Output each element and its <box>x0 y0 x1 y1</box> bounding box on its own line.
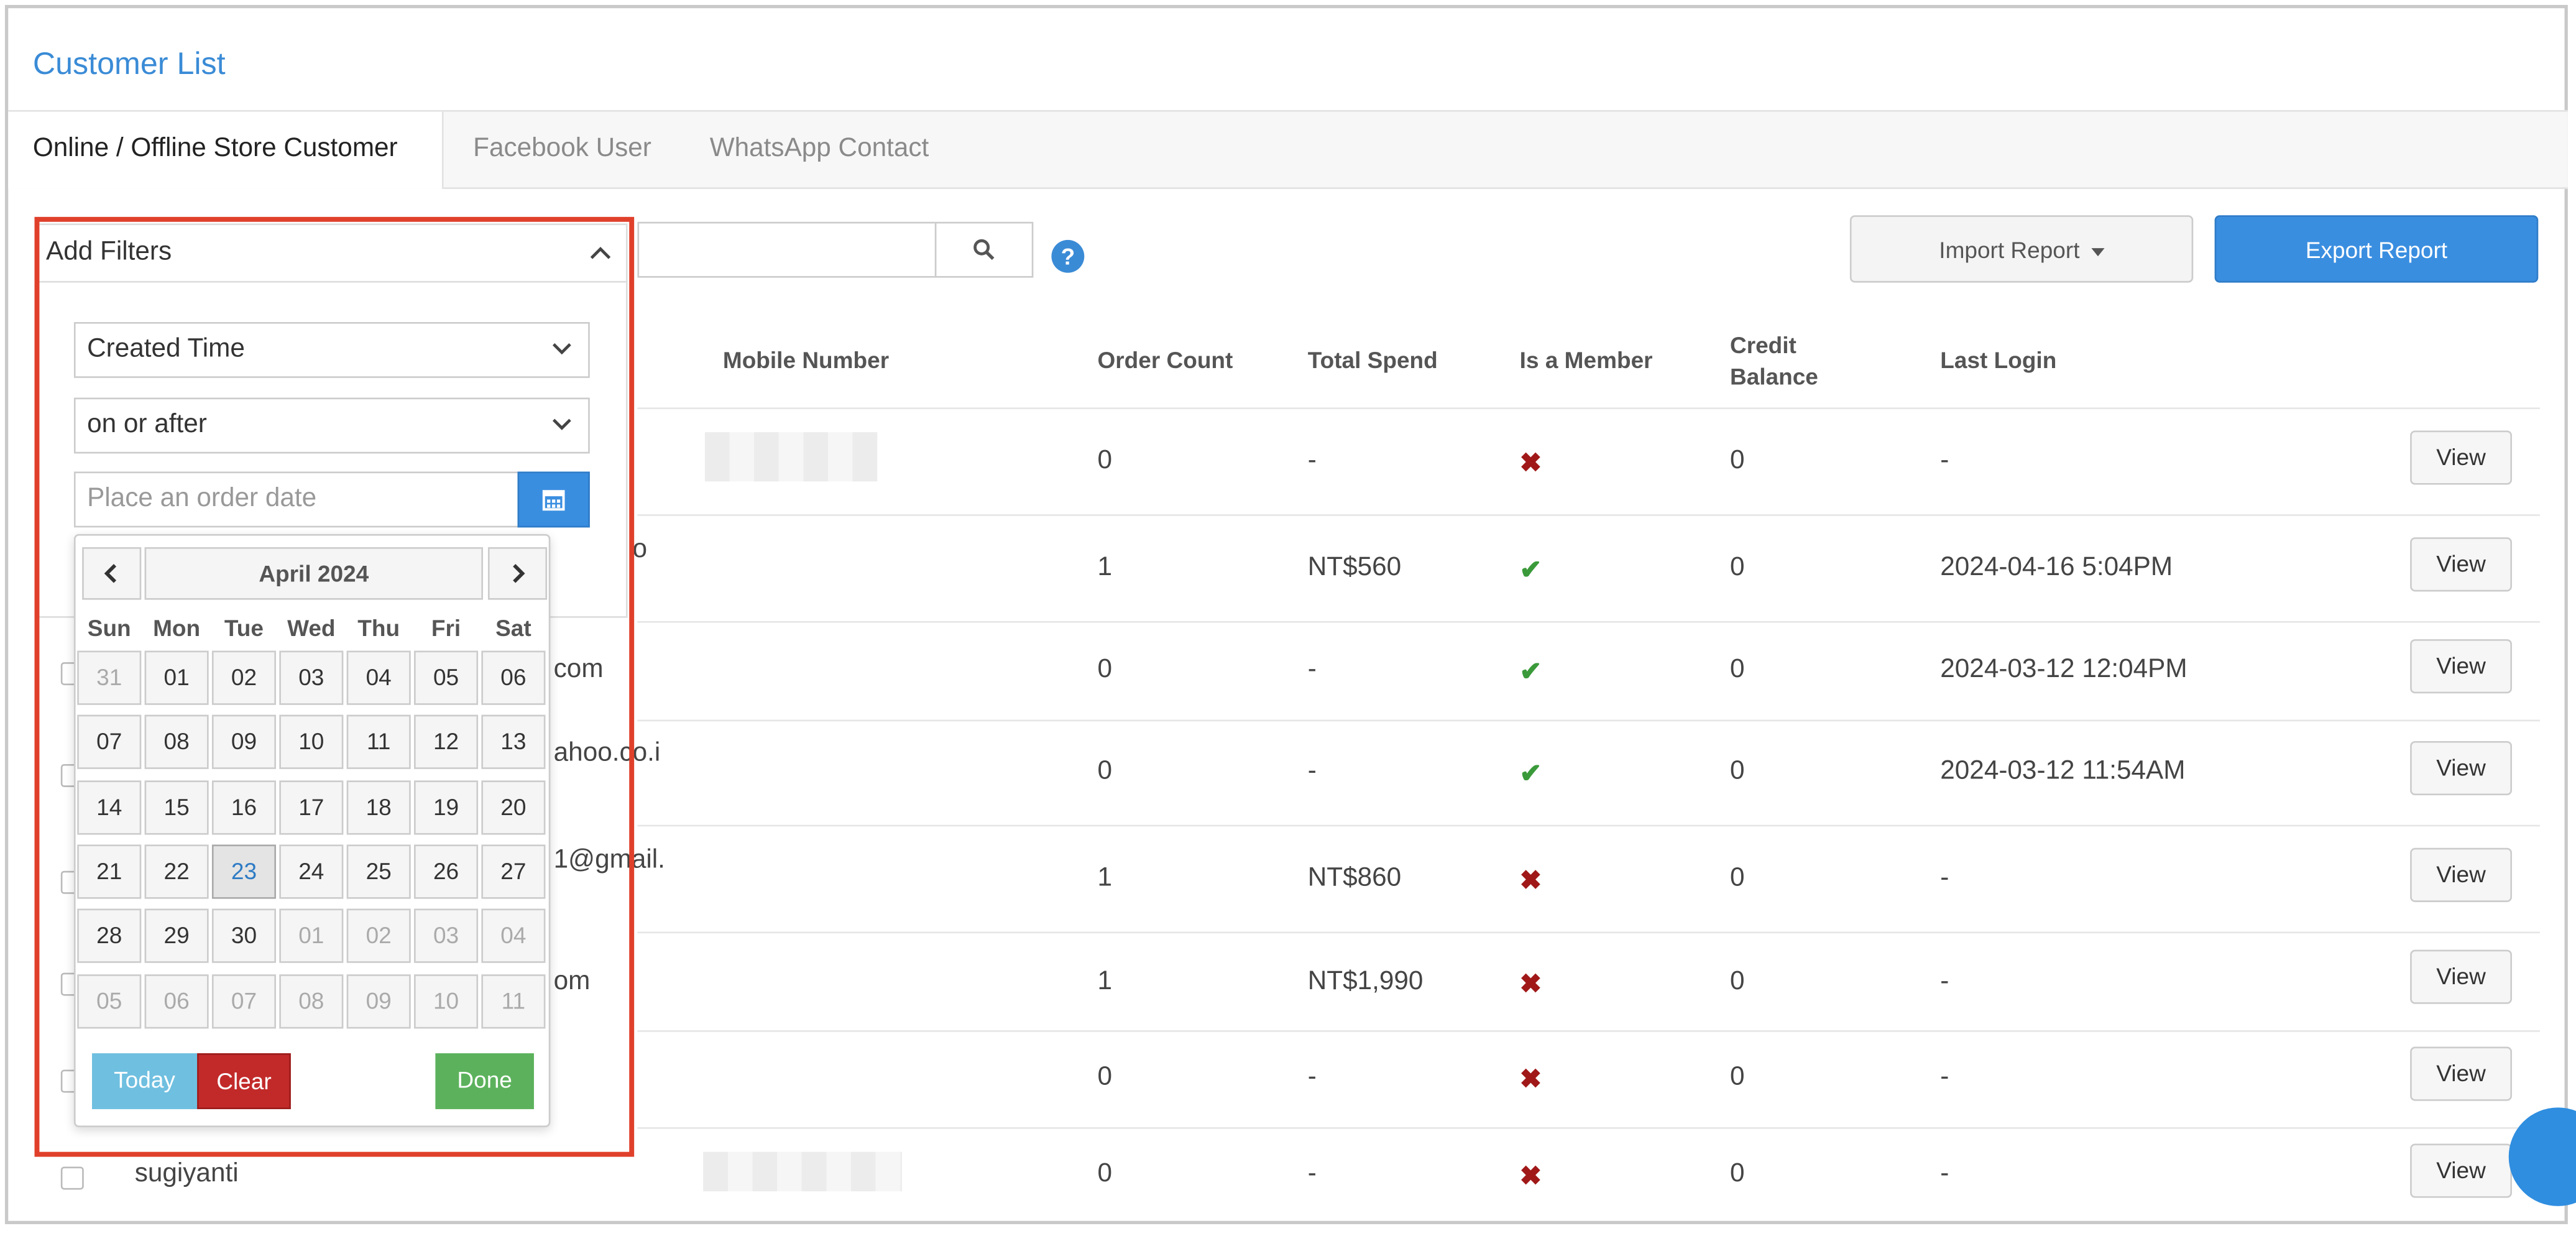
import-report-label: Import Report <box>1939 236 2080 263</box>
order-count: 1 <box>1097 967 1112 996</box>
view-button[interactable]: View <box>2410 847 2512 902</box>
search-input[interactable] <box>637 221 937 278</box>
last-login: 2024-04-16 5:04PM <box>1940 553 2173 582</box>
last-login: 2024-03-12 12:04PM <box>1940 655 2187 684</box>
view-button[interactable]: View <box>2410 639 2512 694</box>
order-count: 0 <box>1097 655 1112 684</box>
row-divider <box>637 931 2540 934</box>
tab-bar: Online / Offline Store Customer Facebook… <box>8 110 2568 189</box>
redacted-mobile <box>703 1151 902 1192</box>
col-total-spend: Total Spend <box>1307 346 1438 373</box>
order-count: 0 <box>1097 1063 1112 1091</box>
view-button[interactable]: View <box>2410 1046 2512 1101</box>
last-login: - <box>1940 1160 1949 1188</box>
last-login: - <box>1940 446 1949 475</box>
credit-balance: 0 <box>1729 864 1745 893</box>
row-divider <box>637 824 2540 827</box>
row-divider <box>637 407 2540 410</box>
order-count: 0 <box>1097 757 1112 786</box>
member-check-icon: ✔ <box>1519 556 1542 585</box>
caret-down-icon <box>2091 247 2104 256</box>
highlight-frame <box>34 216 635 1157</box>
col-mobile-number: Mobile Number <box>722 346 890 373</box>
view-button[interactable]: View <box>2410 949 2512 1004</box>
credit-balance: 0 <box>1729 553 1745 582</box>
email-fragment: o <box>632 535 648 564</box>
view-button[interactable]: View <box>2410 1143 2512 1198</box>
col-is-member: Is a Member <box>1519 346 1653 373</box>
tab-store-customer[interactable]: Online / Offline Store Customer <box>8 111 444 189</box>
row-divider <box>637 621 2540 623</box>
member-check-icon: ✔ <box>1519 760 1542 789</box>
order-count: 1 <box>1097 553 1112 582</box>
total-spend: - <box>1307 655 1317 684</box>
last-login: 2024-03-12 11:54AM <box>1940 757 2186 786</box>
total-spend: - <box>1307 1063 1317 1091</box>
total-spend: - <box>1307 446 1317 475</box>
import-report-button[interactable]: Import Report <box>1849 215 2194 283</box>
row-divider <box>637 1127 2540 1129</box>
view-button[interactable]: View <box>2410 537 2512 592</box>
total-spend: - <box>1307 1160 1317 1188</box>
col-last-login: Last Login <box>1940 346 2057 373</box>
credit-balance: 0 <box>1729 967 1745 996</box>
row-divider <box>637 719 2540 722</box>
credit-balance: 0 <box>1729 1160 1745 1188</box>
order-count: 0 <box>1097 446 1112 475</box>
order-count: 1 <box>1097 864 1112 893</box>
last-login: - <box>1940 864 1949 893</box>
credit-balance: 0 <box>1729 757 1745 786</box>
export-report-button[interactable]: Export Report <box>2214 215 2539 283</box>
tab-facebook-user[interactable]: Facebook User <box>473 112 651 188</box>
not-member-icon: ✖ <box>1519 1163 1542 1192</box>
help-icon[interactable]: ? <box>1051 239 1085 273</box>
not-member-icon: ✖ <box>1519 971 1542 999</box>
last-login: - <box>1940 967 1949 996</box>
not-member-icon: ✖ <box>1519 1066 1542 1095</box>
total-spend: NT$1,990 <box>1307 967 1424 996</box>
member-check-icon: ✔ <box>1519 658 1542 687</box>
credit-balance: 0 <box>1729 1063 1745 1091</box>
row-checkbox[interactable] <box>60 1166 84 1190</box>
total-spend: NT$860 <box>1307 864 1402 893</box>
view-button[interactable]: View <box>2410 430 2512 485</box>
tab-whatsapp-contact[interactable]: WhatsApp Contact <box>710 112 929 188</box>
not-member-icon: ✖ <box>1519 867 1542 896</box>
customer-name: sugiyanti <box>134 1160 239 1188</box>
page-title: Customer List <box>32 47 226 83</box>
row-divider <box>637 514 2540 516</box>
redacted-mobile <box>704 432 878 482</box>
col-credit-balance: Credit Balance <box>1729 331 1818 390</box>
order-count: 0 <box>1097 1160 1112 1188</box>
last-login: - <box>1940 1063 1949 1091</box>
search-button[interactable] <box>934 221 1034 278</box>
col-order-count: Order Count <box>1097 346 1233 373</box>
credit-balance: 0 <box>1729 655 1745 684</box>
total-spend: NT$560 <box>1307 553 1402 582</box>
search-icon <box>973 239 995 261</box>
credit-balance: 0 <box>1729 446 1745 475</box>
total-spend: - <box>1307 757 1317 786</box>
view-button[interactable]: View <box>2410 740 2512 796</box>
not-member-icon: ✖ <box>1519 450 1542 479</box>
row-divider <box>637 1030 2540 1032</box>
